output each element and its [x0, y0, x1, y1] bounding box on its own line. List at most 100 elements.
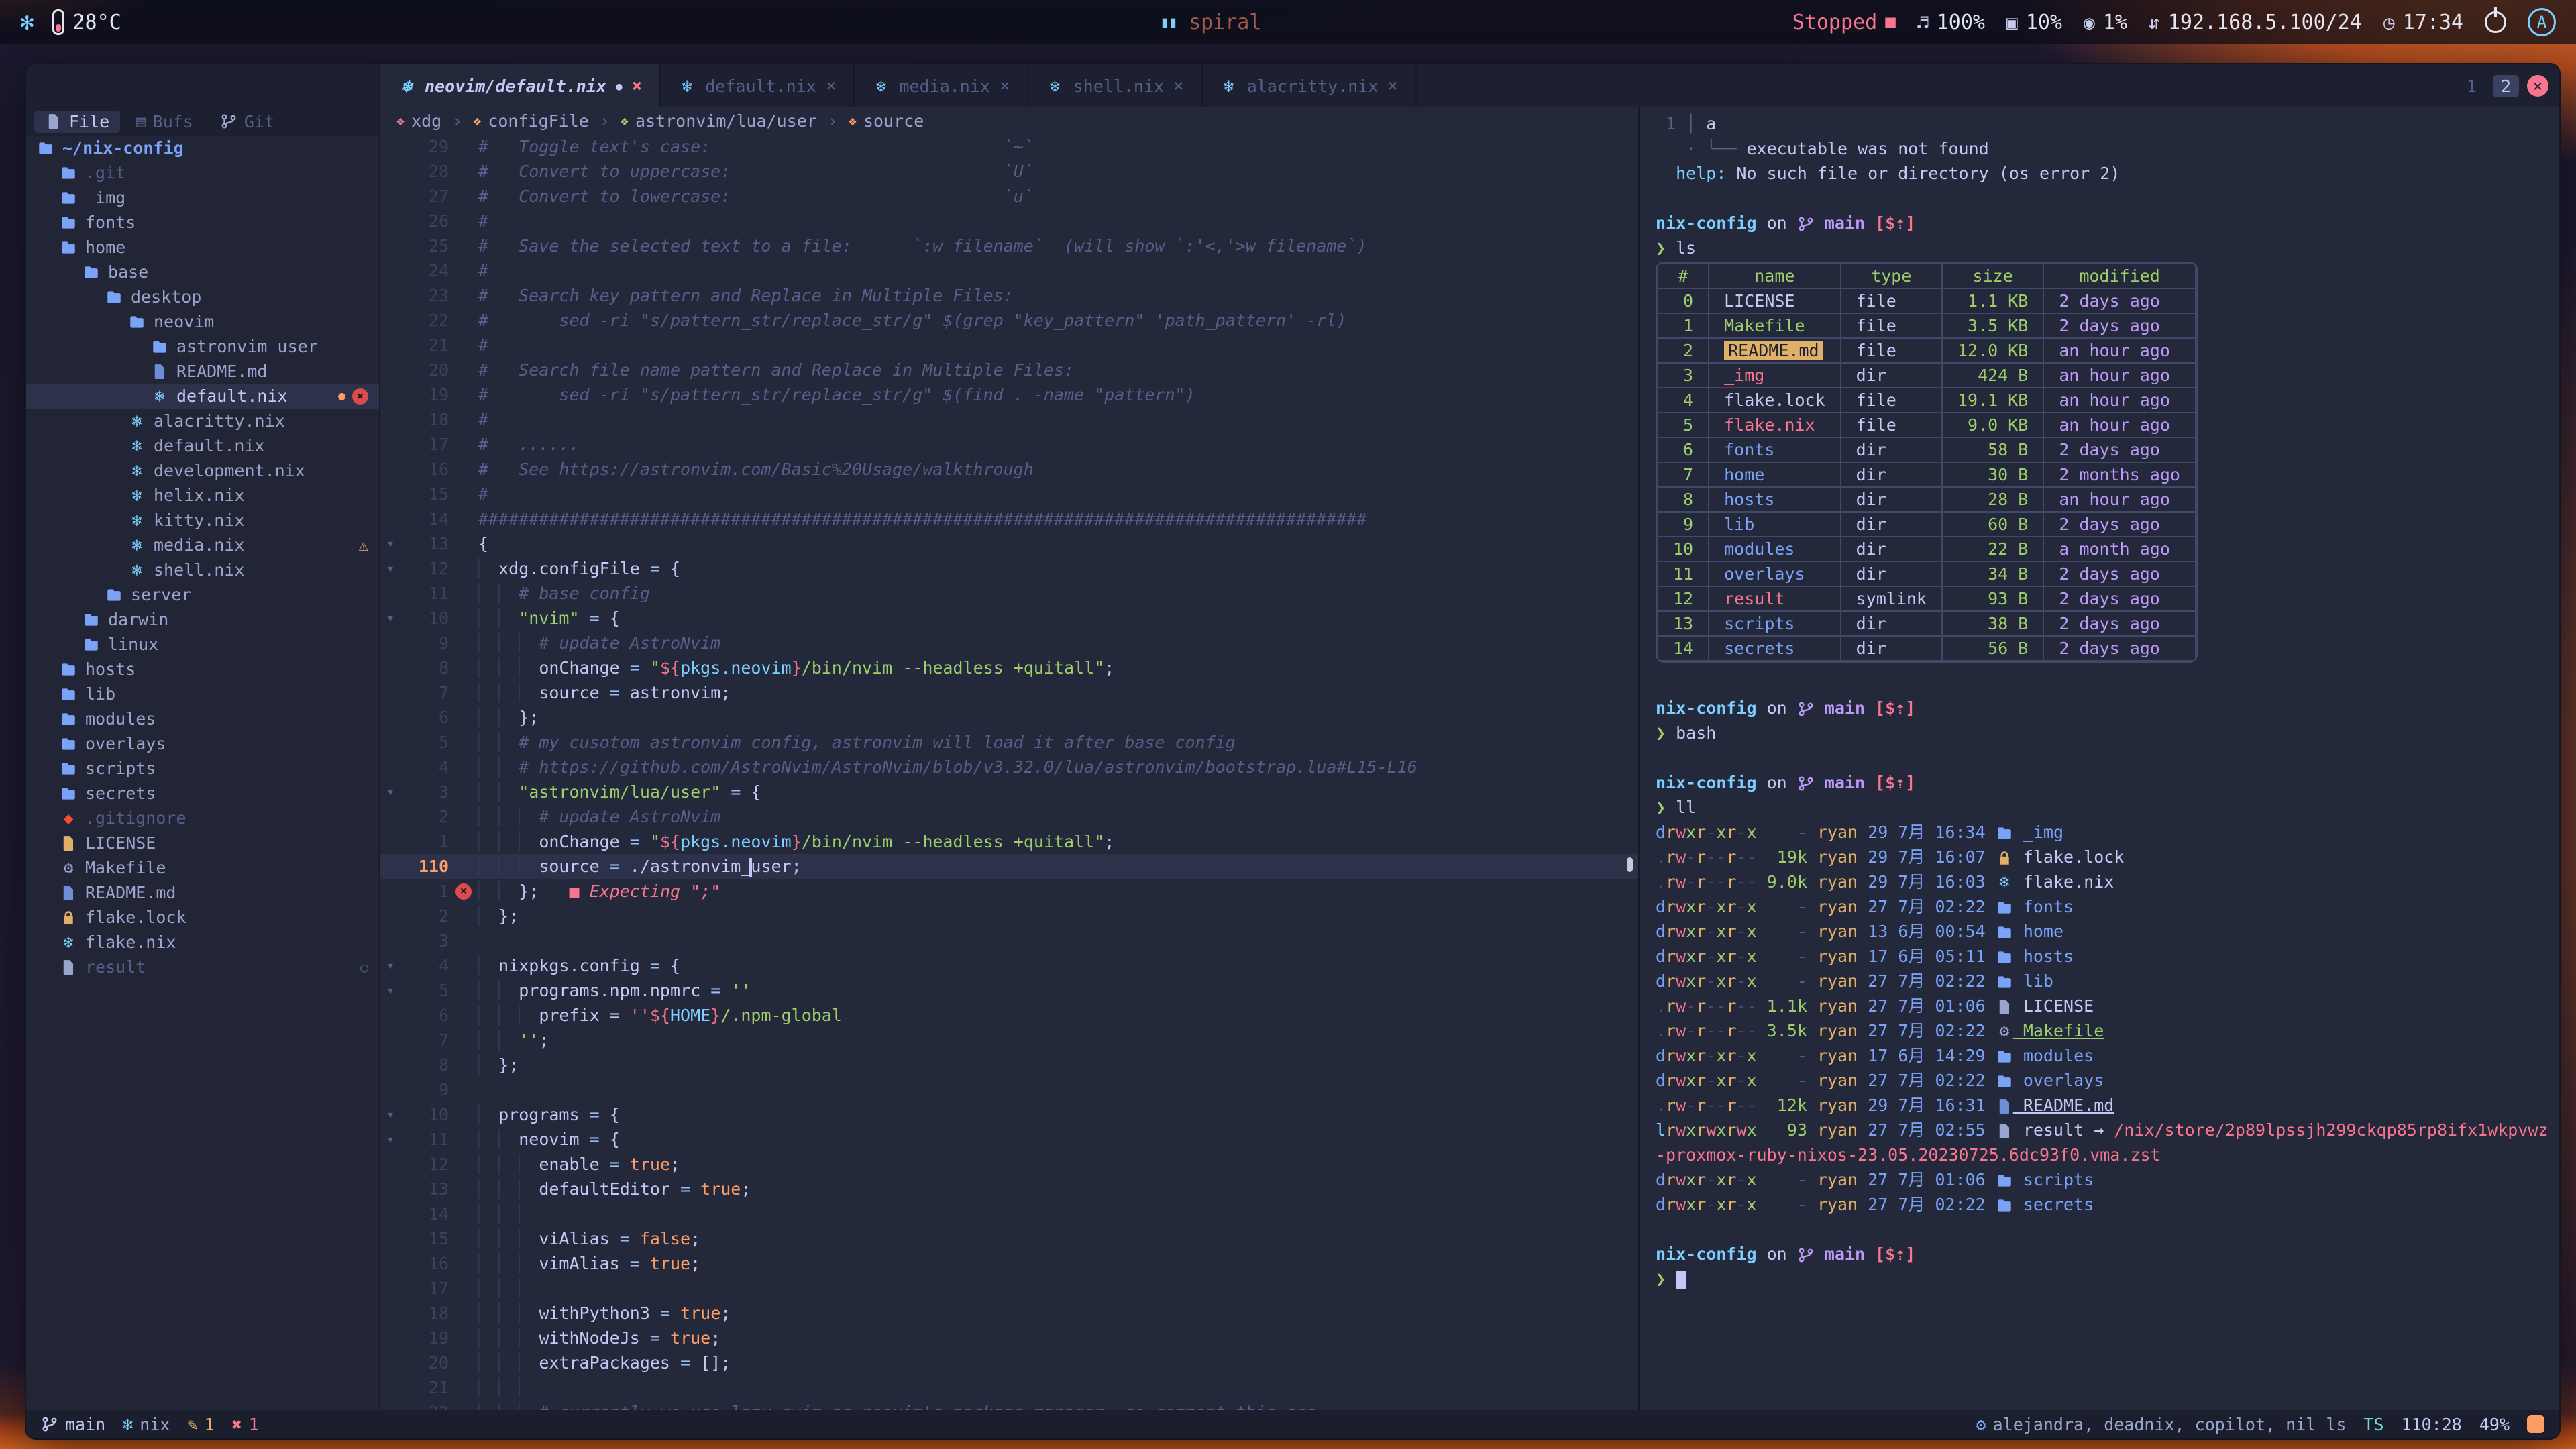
network-widget[interactable]: ⇵ 192.168.5.100/24: [2149, 11, 2362, 34]
editor-line[interactable]: 29# Toggle text's case: `~`: [380, 134, 1638, 159]
distro-logo-icon[interactable]: ✻: [20, 9, 34, 36]
editor-line[interactable]: 16# See https://astronvim.com/Basic%20Us…: [380, 457, 1638, 482]
tab-close-icon[interactable]: ×: [1000, 76, 1010, 96]
tree-item[interactable]: base: [26, 260, 379, 284]
recording-status-widget[interactable]: Stopped ■: [1792, 11, 1896, 34]
editor-line[interactable]: 28# Convert to uppercase: `U`: [380, 159, 1638, 184]
git-changed-widget[interactable]: ✎ 1: [187, 1415, 214, 1434]
tab-close-icon[interactable]: ×: [632, 76, 643, 96]
tree-item[interactable]: ❄default.nix●×: [26, 384, 379, 409]
tree-item[interactable]: fonts: [26, 210, 379, 235]
editor-line[interactable]: ▾11▏ ▏ neovim = {: [380, 1127, 1638, 1152]
editor-line[interactable]: 18#: [380, 407, 1638, 432]
tree-item[interactable]: overlays: [26, 731, 379, 756]
editor-line[interactable]: 21#: [380, 333, 1638, 358]
editor-line[interactable]: ▾5▏ ▏ programs.npm.npmrc = '': [380, 978, 1638, 1003]
tabline-close-icon[interactable]: ×: [2527, 75, 2548, 97]
editor-line[interactable]: 8▏ };: [380, 1053, 1638, 1077]
tree-item[interactable]: darwin: [26, 607, 379, 632]
editor-line[interactable]: 9▏ ▏ ▏ # update AstroNvim: [380, 631, 1638, 655]
editor-line[interactable]: 1▏ ▏ ▏ onChange = "${pkgs.neovim}/bin/nv…: [380, 829, 1638, 854]
editor-line[interactable]: ▾4▏ nixpkgs.config = {: [380, 953, 1638, 978]
tree-item[interactable]: ◆.gitignore: [26, 806, 379, 830]
breadcrumb-item[interactable]: ❖ configFile: [473, 111, 589, 131]
editor-line[interactable]: 5▏ ▏ # my cusotom astronvim config, astr…: [380, 730, 1638, 755]
editor-line[interactable]: 8▏ ▏ ▏ onChange = "${pkgs.neovim}/bin/nv…: [380, 655, 1638, 680]
buffer-tab[interactable]: ❄alacritty.nix×: [1203, 64, 1417, 107]
tree-item[interactable]: scripts: [26, 756, 379, 781]
buffer-tab[interactable]: ❄neovim/default.nix●×: [380, 64, 661, 107]
clock-widget[interactable]: ◷ 17:34: [2383, 11, 2463, 34]
buffer-tab[interactable]: ❄shell.nix×: [1029, 64, 1203, 107]
tree-item[interactable]: .git: [26, 160, 379, 185]
breadcrumb-item[interactable]: ❖ source: [849, 111, 924, 131]
terminal[interactable]: 1 │ a · ╰── executable was not found hel…: [1638, 107, 2559, 1410]
tree-item[interactable]: flake.lock: [26, 905, 379, 930]
tree-item[interactable]: modules: [26, 706, 379, 731]
editor-line[interactable]: 20# Search file name pattern and Replace…: [380, 358, 1638, 382]
editor-line[interactable]: 23# Search key pattern and Replace in Mu…: [380, 283, 1638, 308]
neotree-tab-git[interactable]: Git: [209, 111, 285, 133]
editor-line[interactable]: 24#: [380, 258, 1638, 283]
editor-line[interactable]: ▾13{: [380, 531, 1638, 556]
power-icon[interactable]: [2485, 11, 2506, 33]
tabpage-indicator[interactable]: 2: [2493, 75, 2519, 97]
tree-item[interactable]: hosts: [26, 657, 379, 682]
media-widget[interactable]: ▮▮ spiral: [1160, 11, 1261, 34]
lsp-clients-widget[interactable]: ⚙ alejandra, deadnix, copilot, nil_ls: [1976, 1415, 2347, 1434]
tree-item[interactable]: desktop: [26, 284, 379, 309]
tree-item[interactable]: neovim: [26, 309, 379, 334]
tree-item[interactable]: ❄helix.nix: [26, 483, 379, 508]
tree-item[interactable]: linux: [26, 632, 379, 657]
editor-line[interactable]: 15▏ ▏ ▏ viAlias = false;: [380, 1226, 1638, 1251]
editor-line[interactable]: 17▏ ▏ ▏: [380, 1276, 1638, 1301]
editor-line[interactable]: 21▏ ▏ ▏: [380, 1375, 1638, 1400]
tab-close-icon[interactable]: ×: [1387, 76, 1398, 96]
tree-item[interactable]: ❄media.nix⚠: [26, 533, 379, 557]
filetype-widget[interactable]: ❄ nix: [123, 1415, 170, 1434]
editor-line[interactable]: 26#: [380, 209, 1638, 233]
editor-line[interactable]: ▾10▏ programs = {: [380, 1102, 1638, 1127]
editor-line[interactable]: 16▏ ▏ ▏ vimAlias = true;: [380, 1251, 1638, 1276]
editor-line[interactable]: 22# sed -ri "s/pattern_str/replace_str/g…: [380, 308, 1638, 333]
editor-line[interactable]: 12▏ ▏ ▏ enable = true;: [380, 1152, 1638, 1177]
editor-line[interactable]: 19# sed -ri "s/pattern_str/replace_str/g…: [380, 382, 1638, 407]
editor-line[interactable]: 1×▏ ▏ }; ■ Expecting ";": [380, 879, 1638, 904]
tree-item[interactable]: result○: [26, 955, 379, 979]
tree-item[interactable]: secrets: [26, 781, 379, 806]
tree-item[interactable]: ❄kitty.nix: [26, 508, 379, 533]
breadcrumb-item[interactable]: ❖ xdg: [396, 111, 441, 131]
tree-item[interactable]: home: [26, 235, 379, 260]
editor-line[interactable]: 6▏ ▏ };: [380, 705, 1638, 730]
keyboard-layout[interactable]: A: [2528, 8, 2556, 36]
editor-line[interactable]: 2▏ ▏ ▏ # update AstroNvim: [380, 804, 1638, 829]
editor-line[interactable]: 15#: [380, 482, 1638, 506]
editor-line[interactable]: 11▏ ▏ # base config: [380, 581, 1638, 606]
tab-close-icon[interactable]: ×: [826, 76, 837, 96]
breadcrumb-item[interactable]: ❖ astronvim/lua/user: [621, 111, 817, 131]
tree-item[interactable]: ❄shell.nix: [26, 557, 379, 582]
neotree-tab-file[interactable]: File: [34, 111, 120, 133]
editor-line[interactable]: 3: [380, 928, 1638, 953]
git-branch-widget[interactable]: main: [41, 1415, 105, 1434]
tree-item[interactable]: _img: [26, 185, 379, 210]
buffer-tab[interactable]: ❄media.nix×: [855, 64, 1028, 107]
tree-item[interactable]: README.md: [26, 359, 379, 384]
editor-line[interactable]: ▾12▏ xdg.configFile = {: [380, 556, 1638, 581]
tabpage-indicator[interactable]: 1: [2459, 75, 2485, 97]
editor-line[interactable]: 20▏ ▏ ▏ extraPackages = [];: [380, 1350, 1638, 1375]
editor-line[interactable]: 25# Save the selected text to a file: `:…: [380, 233, 1638, 258]
editor-line[interactable]: 2▏ };: [380, 904, 1638, 928]
volume-widget[interactable]: ♬ 100%: [1917, 11, 1985, 34]
tree-item[interactable]: astronvim_user: [26, 334, 379, 359]
cpu-widget[interactable]: ◉ 1%: [2084, 11, 2127, 34]
editor[interactable]: 29# Toggle text's case: `~` 28# Convert …: [380, 134, 1638, 1410]
editor-line[interactable]: ▾10▏ ▏ "nvim" = {: [380, 606, 1638, 631]
tree-item[interactable]: server: [26, 582, 379, 607]
editor-line[interactable]: 13▏ ▏ ▏ defaultEditor = true;: [380, 1177, 1638, 1201]
editor-line[interactable]: 14▏ ▏ ▏: [380, 1201, 1638, 1226]
editor-line[interactable]: 9: [380, 1077, 1638, 1102]
editor-line[interactable]: 7▏ ▏ '';: [380, 1028, 1638, 1053]
diagnostics-errors-widget[interactable]: ✖ 1: [232, 1415, 259, 1434]
tree-item[interactable]: lib: [26, 682, 379, 706]
